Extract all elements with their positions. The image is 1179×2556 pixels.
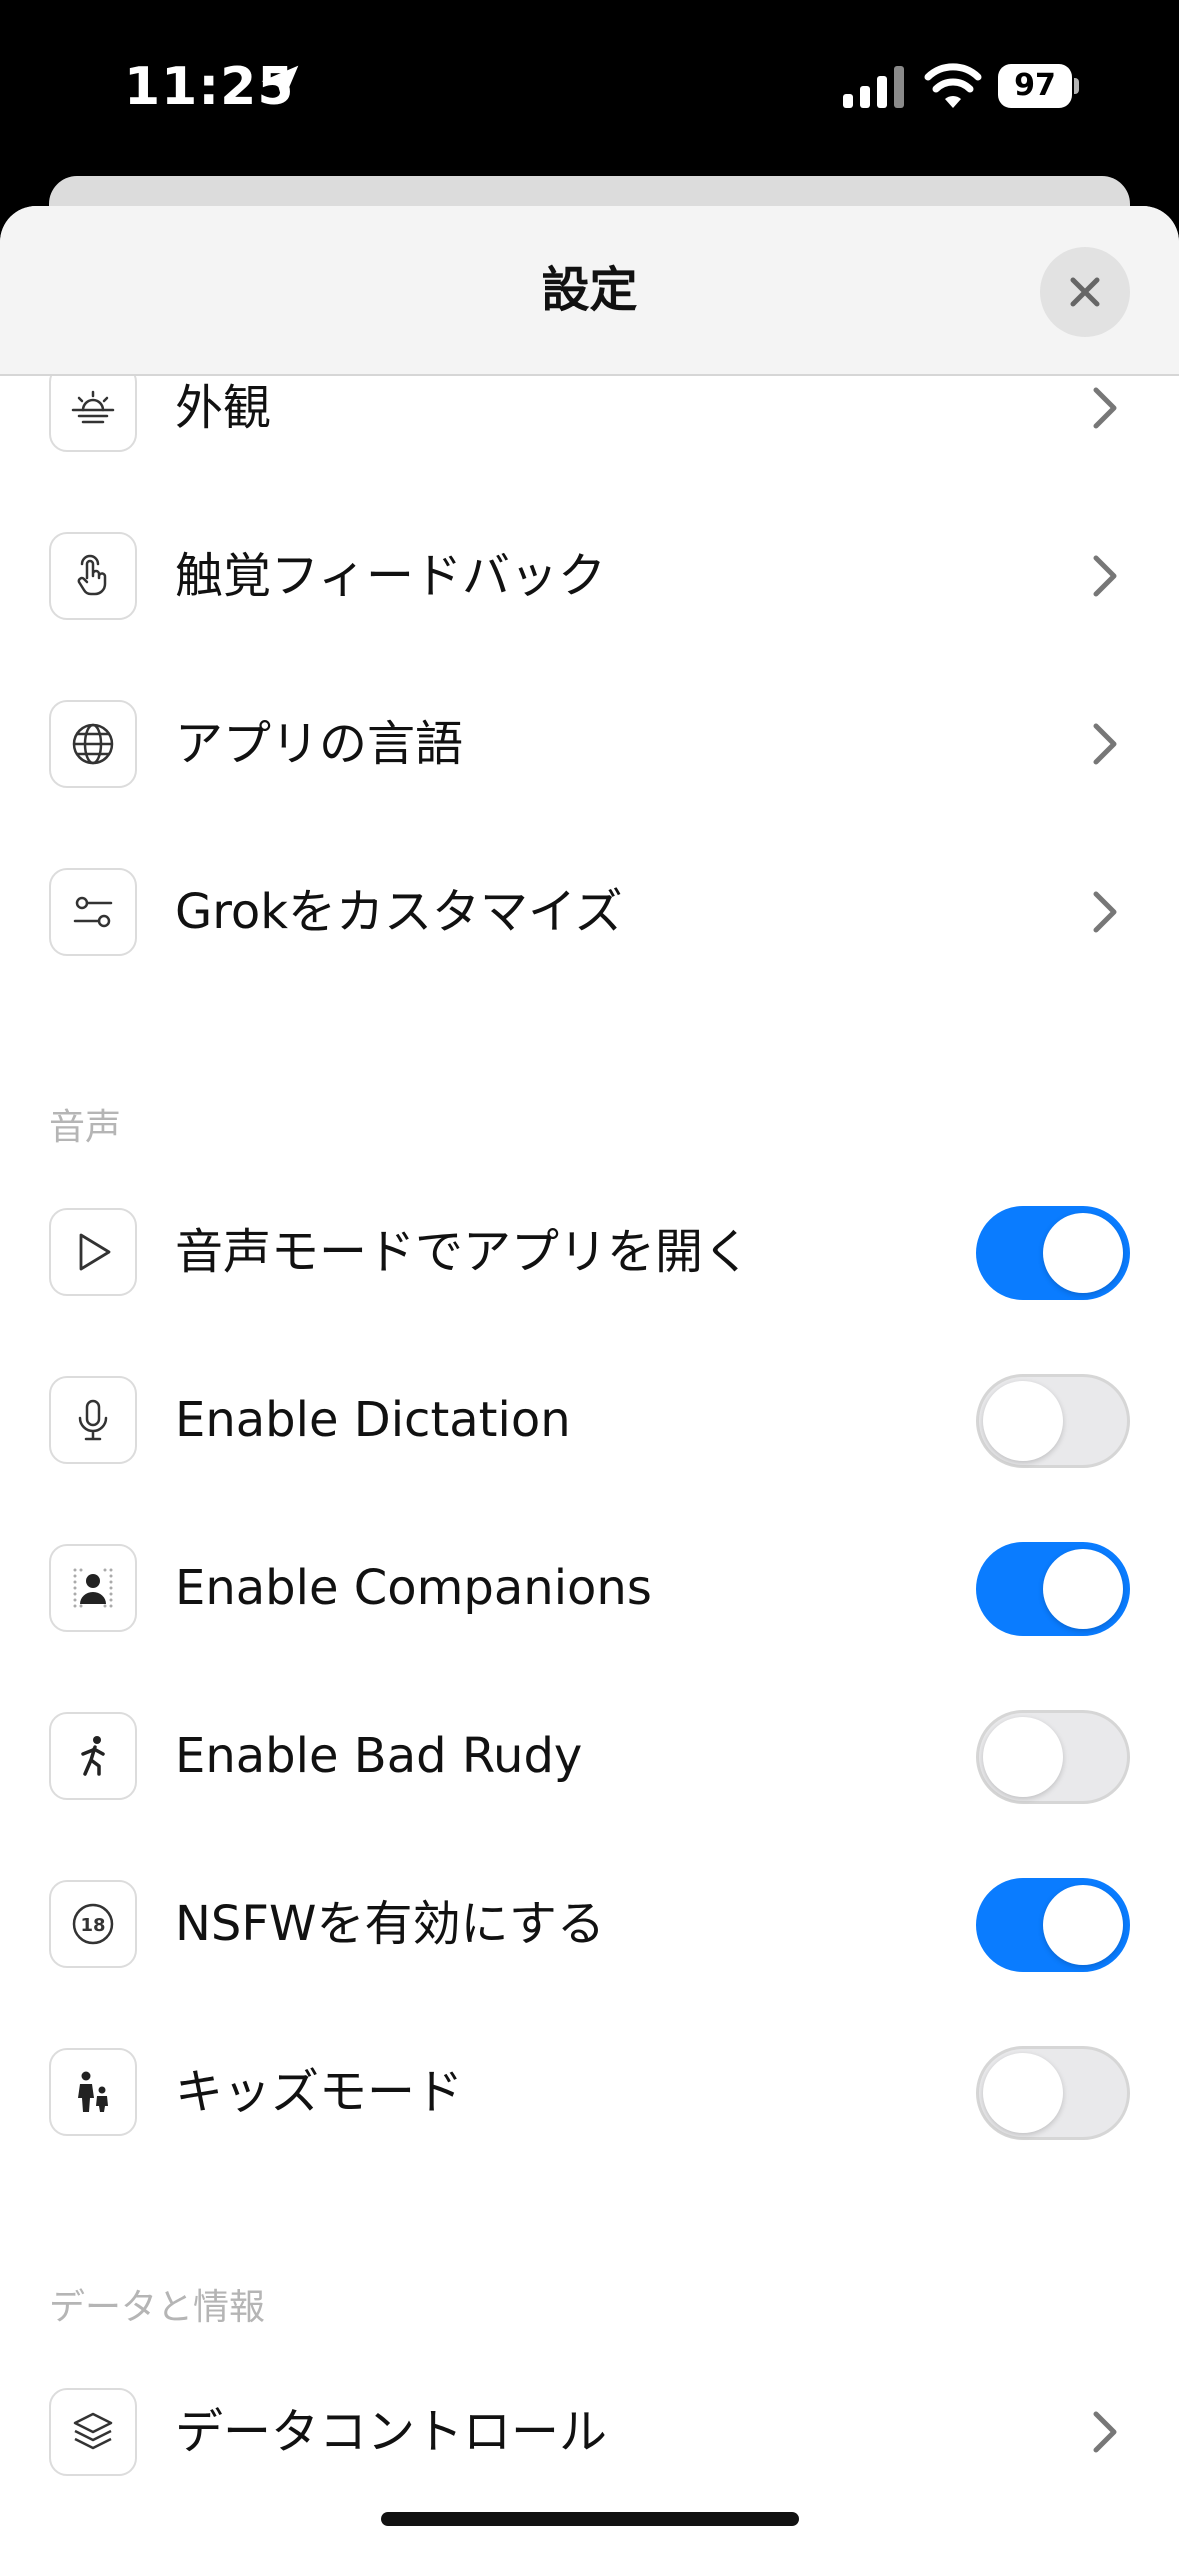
toggle-knob — [1043, 1213, 1123, 1293]
cellular-signal-icon — [843, 66, 904, 108]
row-label: Enable Companions — [175, 1560, 652, 1616]
row-icon-box — [49, 532, 137, 620]
settings-row-enable-bad-rudy: Enable Bad Rudy — [0, 1686, 1179, 1826]
toggle-knob — [983, 1717, 1063, 1797]
age-18-icon: 18 — [72, 1903, 114, 1945]
toggle-enable-bad-rudy[interactable] — [976, 1710, 1130, 1804]
row-icon-box — [49, 1208, 137, 1296]
status-bar: 11:25 97 — [0, 0, 1179, 175]
sunrise-icon — [71, 390, 115, 424]
chevron-right-icon — [1093, 723, 1117, 765]
sliders-icon — [73, 896, 113, 928]
settings-row-enable-companions: Enable Companions — [0, 1518, 1179, 1658]
row-label: 外観 — [175, 380, 272, 436]
settings-row-enable-dictation: Enable Dictation — [0, 1350, 1179, 1490]
wifi-icon — [924, 63, 982, 108]
row-label: NSFWを有効にする — [175, 1896, 605, 1952]
section-header-voice: 音声 — [49, 1107, 122, 1148]
settings-row-open-in-voice-mode: 音声モードでアプリを開く — [0, 1182, 1179, 1322]
microphone-icon — [78, 1399, 108, 1441]
section-header-data: データと情報 — [49, 2287, 266, 2328]
settings-row-data-controls[interactable]: データコントロール — [0, 2362, 1179, 2502]
row-icon-box — [49, 868, 137, 956]
row-icon-box — [49, 2388, 137, 2476]
chevron-right-icon — [1093, 2411, 1117, 2453]
toggle-enable-dictation[interactable] — [976, 1374, 1130, 1468]
toggle-enable-nsfw[interactable] — [976, 1878, 1130, 1972]
chevron-right-icon — [1093, 555, 1117, 597]
row-icon-box — [49, 1544, 137, 1632]
running-person-icon — [81, 1736, 105, 1776]
row-label: 音声モードでアプリを開く — [175, 1224, 752, 1280]
toggle-open-in-voice-mode[interactable] — [976, 1206, 1130, 1300]
row-label: データコントロール — [175, 2404, 608, 2460]
row-label: 触覚フィードバック — [175, 548, 607, 604]
battery-level: 97 — [998, 64, 1072, 108]
toggle-knob — [1043, 1549, 1123, 1629]
close-icon — [1070, 277, 1100, 307]
home-indicator[interactable] — [381, 2512, 799, 2526]
row-icon-box — [49, 700, 137, 788]
settings-row-kids-mode: キッズモード — [0, 2022, 1179, 2162]
settings-row-app-language[interactable]: アプリの言語 — [0, 674, 1179, 814]
toggle-knob — [983, 2053, 1063, 2133]
toggle-enable-companions[interactable] — [976, 1542, 1130, 1636]
chevron-right-icon — [1093, 387, 1117, 429]
row-label: Enable Dictation — [175, 1392, 571, 1448]
close-button[interactable] — [1040, 247, 1130, 337]
toggle-kids-mode[interactable] — [976, 2046, 1130, 2140]
sheet-header: 設定 — [0, 206, 1179, 376]
row-label: Grokをカスタマイズ — [175, 884, 623, 940]
row-label: アプリの言語 — [175, 716, 464, 772]
row-label: Enable Bad Rudy — [175, 1728, 583, 1784]
parent-child-icon — [78, 2071, 108, 2112]
page-title: 設定 — [541, 262, 638, 318]
globe-icon — [72, 723, 114, 765]
play-icon — [79, 1233, 111, 1271]
battery-cap — [1074, 78, 1079, 94]
row-icon-box — [49, 1376, 137, 1464]
toggle-knob — [1043, 1885, 1123, 1965]
row-icon-box — [49, 364, 137, 452]
settings-row-partial — [0, 2530, 1179, 2556]
layers-icon — [73, 2412, 113, 2450]
location-arrow-icon — [261, 65, 299, 103]
settings-row-haptics[interactable]: 触覚フィードバック — [0, 506, 1179, 646]
row-label: キッズモード — [175, 2064, 464, 2120]
hand-tap-icon — [77, 554, 107, 596]
settings-row-enable-nsfw: 18 NSFWを有効にする — [0, 1854, 1179, 1994]
toggle-knob — [983, 1381, 1063, 1461]
settings-row-customize-grok[interactable]: Grokをカスタマイズ — [0, 842, 1179, 982]
row-icon-box: 18 — [49, 1880, 137, 1968]
row-icon-box — [49, 1712, 137, 1800]
chevron-right-icon — [1093, 891, 1117, 933]
companion-person-icon — [73, 1568, 113, 1608]
battery-indicator: 97 — [998, 64, 1079, 108]
svg-text:18: 18 — [80, 1915, 105, 1936]
settings-sheet: 設定 外観 触覚フィードバック アプリの言語 Grokをカスタマイズ 音声 音声… — [0, 206, 1179, 2556]
row-icon-box — [49, 2048, 137, 2136]
